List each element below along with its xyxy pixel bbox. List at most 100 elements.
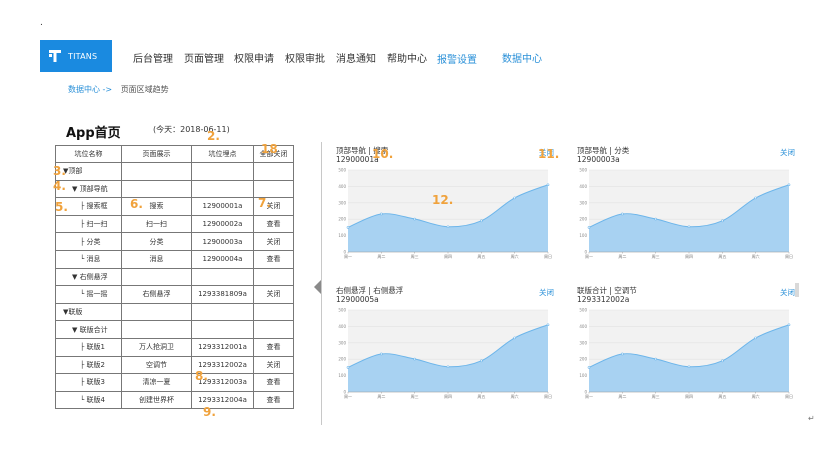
- panel-title: 右侧悬浮 | 右侧悬浮: [336, 286, 404, 295]
- panel-close-button[interactable]: 关闭: [780, 147, 795, 158]
- panel-title-block: 顶部导航 | 分类 12900003a: [577, 146, 629, 164]
- y-tick-label: 400: [579, 324, 587, 329]
- table-row: ▼顶部: [55, 162, 294, 181]
- breadcrumb: 数据中心 -> 页面区域趋势: [68, 84, 169, 95]
- col-slot-code: 坑位埋点: [191, 145, 254, 163]
- row-display: 万人抢洞卫: [121, 337, 192, 357]
- x-tick-label: 周六: [511, 253, 519, 259]
- nav-permission-apply[interactable]: 权限申请: [234, 50, 274, 65]
- row-name: └ 摇一摇: [80, 290, 108, 299]
- nav-permission-approve[interactable]: 权限审批: [285, 50, 325, 65]
- x-tick-label: 周二: [618, 393, 626, 399]
- row-display: 右侧悬浮: [121, 285, 192, 304]
- nav-notifications[interactable]: 消息通知: [336, 50, 376, 65]
- row-action[interactable]: [253, 302, 294, 322]
- panel-close-button[interactable]: 关闭: [780, 287, 795, 298]
- annotation-7: 7.: [258, 196, 271, 210]
- nav-page-management[interactable]: 页面管理: [184, 50, 224, 65]
- data-point: [654, 217, 657, 221]
- row-action-button[interactable]: 关闭: [253, 232, 294, 251]
- x-tick-label: 周四: [444, 393, 452, 399]
- x-tick-label: 周五: [477, 253, 485, 259]
- y-tick-label: 300: [579, 340, 587, 345]
- data-point: [446, 365, 450, 369]
- row-action[interactable]: [253, 320, 294, 339]
- annotation-5: 5.: [55, 200, 68, 214]
- x-tick-label: 周三: [411, 393, 419, 399]
- data-point: [346, 226, 350, 229]
- chart-panel: 联版合计 | 空调节 1293312002a 关闭 0 100 200 300 400 5…: [577, 286, 795, 402]
- row-name: ├ 联版3: [80, 378, 105, 387]
- row-code: 1293312001a: [191, 337, 254, 357]
- row-name: ├ 分类: [80, 237, 101, 246]
- x-tick-label: 周五: [718, 393, 726, 399]
- row-action-button[interactable]: 关闭: [253, 355, 294, 375]
- data-point: [413, 357, 416, 361]
- nav-alarm-settings[interactable]: 报警设置: [437, 51, 477, 66]
- data-point: [787, 323, 791, 327]
- x-tick-label: 周一: [585, 253, 593, 259]
- x-tick-label: 周一: [585, 393, 593, 399]
- x-tick-label: 周日: [544, 393, 552, 399]
- x-tick-label: 周四: [444, 253, 452, 259]
- x-tick-label: 周二: [377, 253, 385, 259]
- row-name[interactable]: ▼联版: [63, 307, 82, 317]
- row-action-button[interactable]: 查看: [253, 373, 294, 392]
- table-row: ▼ 右侧悬浮: [55, 267, 294, 287]
- y-tick-label: 400: [579, 184, 587, 189]
- panel-title: 联版合计 | 空调节: [577, 286, 637, 295]
- x-tick-label: 周一: [344, 253, 352, 259]
- row-name: ├ 联版2: [80, 360, 105, 369]
- table-row: └ 联版4 创建世界杯 1293312004a 查看: [55, 390, 294, 410]
- row-action-button[interactable]: 查看: [253, 337, 294, 357]
- data-point: [621, 352, 624, 356]
- table-row: ├ 分类 分类 12900003a 关闭: [55, 232, 294, 251]
- breadcrumb-link[interactable]: 数据中心 ->: [68, 85, 112, 94]
- x-tick-label: 周六: [511, 393, 519, 399]
- panel-title: 顶部导航 | 分类: [577, 146, 630, 155]
- nav-data-center[interactable]: 数据中心: [502, 50, 542, 65]
- table-row: ├ 联版2 空调节 1293312002a 关闭: [55, 355, 294, 375]
- data-point: [587, 366, 591, 369]
- trend-chart: 0100200300400500周一 周二 周三 周四 周五 周六 周日: [579, 308, 793, 400]
- logo[interactable]: TITANS: [40, 40, 112, 72]
- x-tick-label: 周日: [544, 253, 552, 259]
- scrollbar-handle[interactable]: [795, 283, 799, 297]
- row-code: [191, 320, 254, 339]
- y-tick-label: 100: [338, 233, 346, 238]
- row-action[interactable]: [253, 162, 294, 181]
- row-action-button[interactable]: 关闭: [253, 285, 294, 304]
- x-tick-label: 周五: [477, 393, 485, 399]
- row-name[interactable]: ▼ 顶部导航: [72, 184, 108, 194]
- nav-help[interactable]: 帮助中心: [387, 50, 427, 65]
- row-action-button[interactable]: 查看: [253, 249, 294, 269]
- x-tick-label: 周三: [652, 253, 660, 259]
- row-display: 清凉一夏: [121, 373, 192, 392]
- table-row: ├ 联版3 清凉一夏 1293312003a 查看: [55, 373, 294, 392]
- panel-close-button[interactable]: 关闭: [539, 287, 554, 298]
- annotation-11: 11.: [538, 147, 560, 161]
- row-action-button[interactable]: 查看: [253, 214, 294, 234]
- data-point: [787, 183, 791, 187]
- y-tick-label: 200: [579, 357, 587, 362]
- nav-backend[interactable]: 后台管理: [133, 50, 173, 65]
- row-name: ├ 搜索框: [80, 202, 108, 211]
- page-title: App首页: [66, 126, 121, 141]
- row-display: 消息: [121, 249, 192, 269]
- data-point: [380, 352, 383, 356]
- data-point: [654, 357, 657, 361]
- x-tick-label: 周二: [377, 393, 385, 399]
- row-action-button[interactable]: 查看: [253, 390, 294, 410]
- x-tick-label: 周三: [652, 393, 660, 399]
- titans-logo-icon: [49, 50, 61, 62]
- row-code: [191, 267, 254, 287]
- row-name[interactable]: ▼ 右侧悬浮: [72, 272, 108, 282]
- row-name[interactable]: ▼ 联版合计: [72, 325, 108, 335]
- row-name: └ 消息: [80, 255, 101, 264]
- row-action[interactable]: [253, 267, 294, 287]
- row-display: 空调节: [121, 355, 192, 375]
- panel-code: 1293312002a: [577, 295, 630, 304]
- data-point: [721, 359, 724, 363]
- collapse-handle-icon[interactable]: [314, 280, 321, 294]
- data-point: [513, 196, 516, 200]
